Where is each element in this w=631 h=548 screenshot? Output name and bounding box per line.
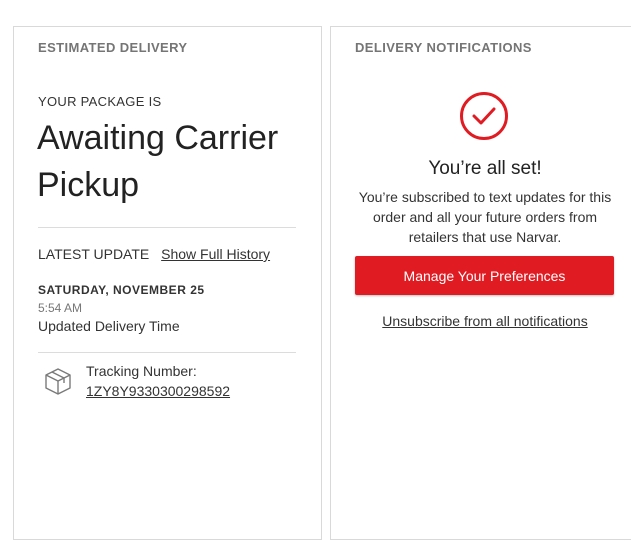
estimated-delivery-title: ESTIMATED DELIVERY [38, 40, 188, 55]
delivery-notifications-card: DELIVERY NOTIFICATIONS You’re all set! Y… [330, 26, 631, 540]
confirmation-title: You’re all set! [428, 158, 542, 179]
show-full-history-link[interactable]: Show Full History [161, 246, 270, 262]
tracking-number-label: Tracking Number: [86, 363, 197, 379]
tracking-number-link[interactable]: 1ZY8Y9330300298592 [86, 383, 230, 399]
divider [38, 227, 296, 228]
confirmation-text: You’re subscribed to text updates for th… [358, 189, 612, 245]
checkmark-circle-icon [459, 91, 509, 141]
divider [38, 352, 296, 353]
estimated-delivery-card: ESTIMATED DELIVERY YOUR PACKAGE IS Await… [13, 26, 322, 540]
latest-update-label: LATEST UPDATE [38, 246, 150, 262]
package-box-icon [43, 366, 73, 396]
package-status-label: YOUR PACKAGE IS [38, 94, 162, 109]
event-description: Updated Delivery Time [38, 318, 180, 334]
manage-preferences-button[interactable]: Manage Your Preferences [355, 256, 614, 295]
latest-update-row: LATEST UPDATE Show Full History [38, 246, 270, 262]
event-date: SATURDAY, NOVEMBER 25 [38, 283, 205, 297]
delivery-notifications-title: DELIVERY NOTIFICATIONS [355, 40, 532, 55]
event-time: 5:54 AM [38, 301, 83, 315]
package-status: Awaiting Carrier Pickup [37, 119, 279, 204]
unsubscribe-link[interactable]: Unsubscribe from all notifications [331, 313, 631, 329]
